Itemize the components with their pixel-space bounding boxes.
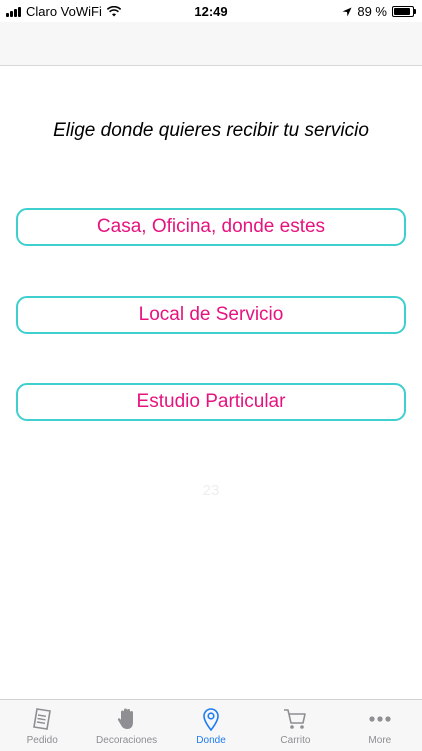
battery-icon: [392, 6, 416, 17]
option-local-servicio-button[interactable]: Local de Servicio: [16, 296, 406, 334]
battery-percent: 89 %: [357, 4, 387, 19]
more-dots-icon: [369, 716, 391, 722]
status-bar: Claro VoWiFi 12:49 89 %: [0, 0, 422, 22]
tab-decoraciones[interactable]: Decoraciones: [84, 700, 168, 751]
page-heading: Elige donde quieres recibir tu servicio: [53, 120, 369, 141]
tab-label: Donde: [196, 735, 226, 746]
faint-number-label: 23: [202, 482, 220, 499]
location-arrow-icon: [342, 7, 352, 16]
receipt-icon: [33, 708, 52, 730]
option-estudio-particular-button[interactable]: Estudio Particular: [16, 383, 406, 421]
option-casa-oficina-button[interactable]: Casa, Oficina, donde estes: [16, 208, 406, 246]
tab-label: Pedido: [26, 735, 58, 746]
tab-label: More: [368, 735, 392, 746]
tab-more[interactable]: More: [338, 700, 422, 751]
tab-donde[interactable]: Donde: [169, 700, 253, 751]
status-right: 89 %: [342, 4, 416, 19]
cart-icon: [284, 709, 307, 729]
tab-label: Carrito: [280, 735, 311, 746]
navigation-bar: [0, 22, 422, 66]
location-pin-icon: [203, 708, 219, 732]
tab-bar: Pedido Decoraciones Donde Carrito More: [0, 699, 422, 751]
tab-pedido[interactable]: Pedido: [0, 700, 84, 751]
tab-label: Decoraciones: [96, 735, 158, 746]
tab-carrito[interactable]: Carrito: [253, 700, 337, 751]
hand-icon: [117, 708, 133, 729]
